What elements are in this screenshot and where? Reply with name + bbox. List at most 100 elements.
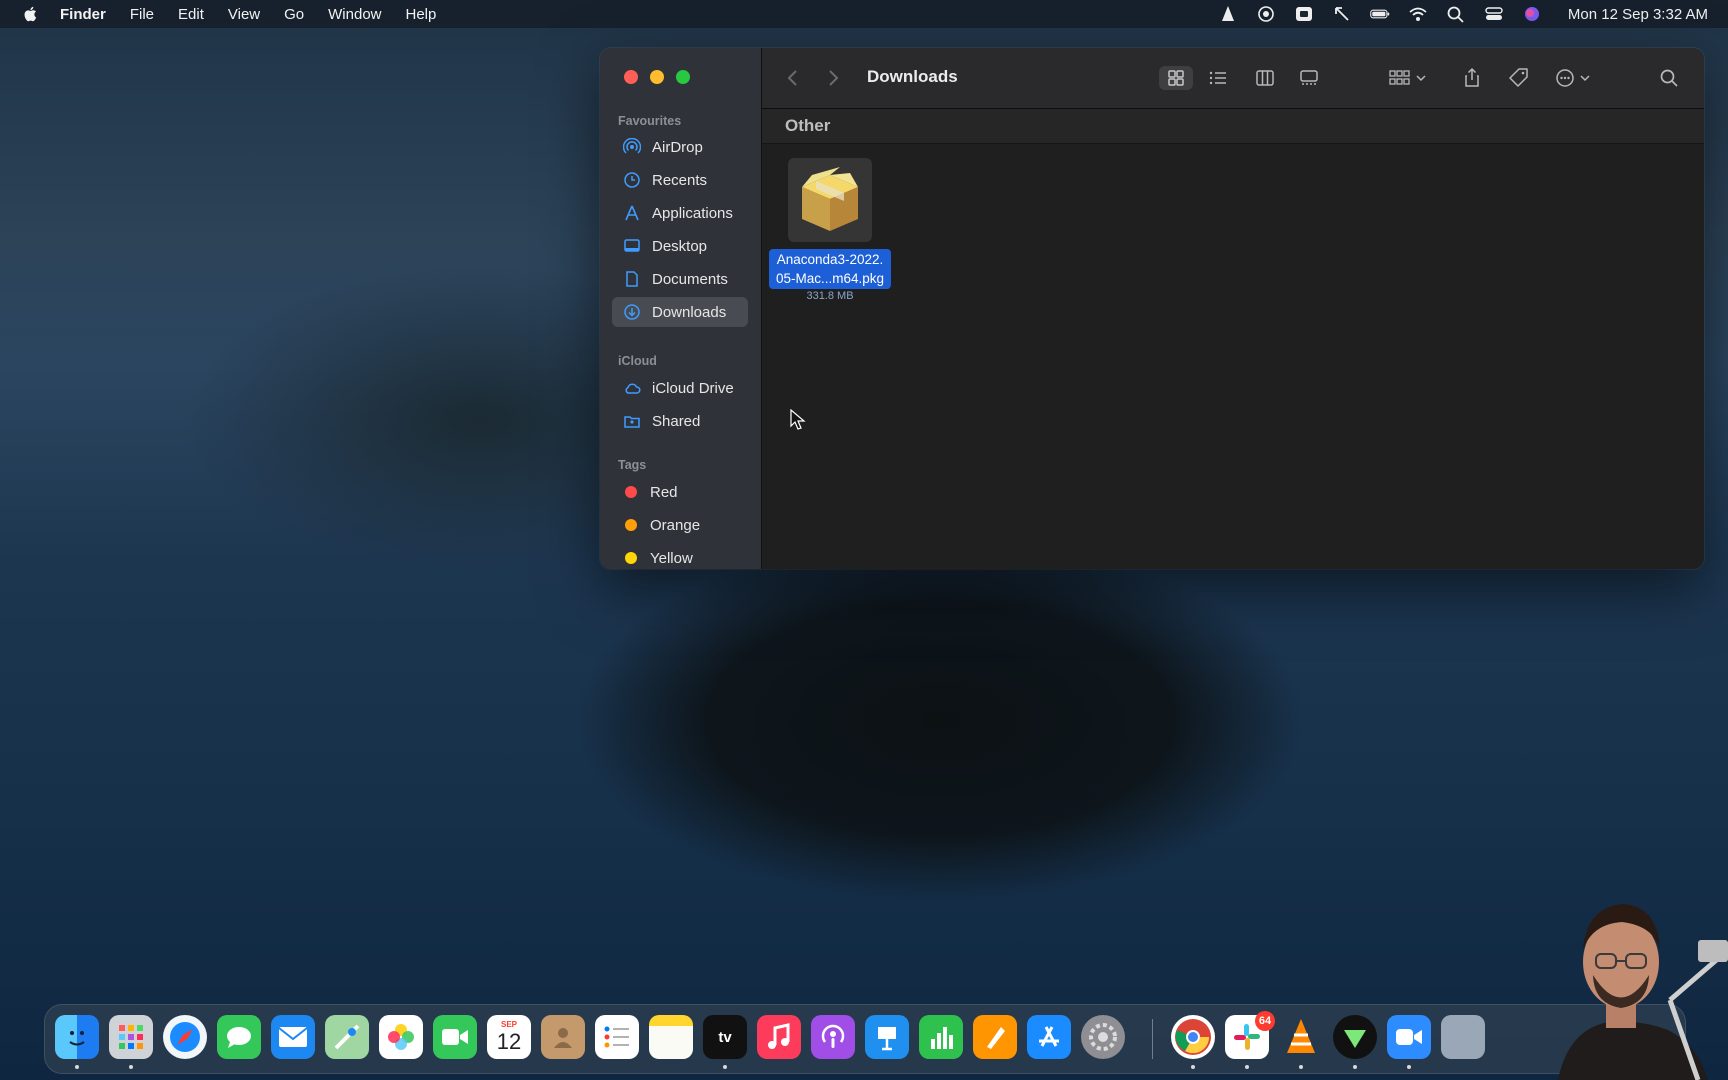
menu-file[interactable]: File	[130, 6, 154, 23]
sidebar-item-downloads[interactable]: Downloads	[612, 297, 748, 327]
tag-icon[interactable]	[1506, 66, 1532, 90]
dock-finder-icon[interactable]	[55, 1015, 99, 1059]
sidebar-item-label: AirDrop	[652, 138, 703, 156]
siri-icon[interactable]	[1522, 5, 1542, 23]
sidebar-item-label: Documents	[652, 270, 728, 288]
sidebar-item-label: Downloads	[652, 303, 727, 321]
sidebar-item-applications[interactable]: Applications	[612, 198, 748, 228]
dock-mail-icon[interactable]	[271, 1015, 315, 1059]
spotlight-search-icon[interactable]	[1446, 5, 1466, 23]
calendar-day: 12	[496, 1029, 522, 1054]
file-name-line-2: 05-Mac...m64.pkg	[775, 271, 885, 286]
sidebar-item-label: Red	[650, 483, 678, 501]
sidebar-item-airdrop[interactable]: AirDrop	[612, 132, 748, 162]
menu-help[interactable]: Help	[406, 6, 437, 23]
dock-numbers-icon[interactable]	[919, 1015, 963, 1059]
sidebar-item-icloud-drive[interactable]: iCloud Drive	[612, 373, 748, 403]
dock-tunnel-icon[interactable]	[1333, 1015, 1377, 1059]
webcam-overlay	[1408, 880, 1728, 1080]
sidebar-item-desktop[interactable]: Desktop	[612, 231, 748, 261]
dock-separator	[1152, 1019, 1153, 1059]
dock-pages-icon[interactable]	[973, 1015, 1017, 1059]
window-title: Downloads	[867, 67, 958, 86]
dock-app-store-icon[interactable]	[1027, 1015, 1071, 1059]
dock-messages-icon[interactable]	[217, 1015, 261, 1059]
group-by-icon[interactable]	[1387, 66, 1431, 90]
menu-edit[interactable]: Edit	[178, 6, 204, 23]
forward-chevron-icon[interactable]	[822, 66, 844, 90]
sidebar-item-label: Applications	[652, 204, 733, 222]
battery-icon[interactable]	[1370, 5, 1390, 23]
dock-music-icon[interactable]	[757, 1015, 801, 1059]
dock-system-preferences-icon[interactable]	[1081, 1015, 1125, 1059]
location-icon[interactable]	[1332, 5, 1352, 23]
dock-vlc-icon[interactable]	[1279, 1015, 1323, 1059]
apple-menu-icon[interactable]	[22, 5, 40, 23]
finder-content[interactable]: Other Anaconda3-2022. 05-Mac...m64.pkg 3…	[762, 109, 1704, 569]
sidebar-item-label: iCloud Drive	[652, 379, 734, 397]
orange-tag-dot-icon	[625, 519, 637, 531]
sidebar-tag-orange[interactable]: Orange	[612, 510, 748, 540]
gallery-view-icon[interactable]	[1295, 66, 1323, 90]
sidebar-section-icloud: iCloud	[618, 354, 657, 368]
dock-contacts-icon[interactable]	[541, 1015, 585, 1059]
menu-app-name[interactable]: Finder	[60, 6, 106, 23]
applications-icon	[622, 204, 642, 222]
more-actions-icon[interactable]	[1554, 66, 1598, 90]
control-center-icon[interactable]	[1484, 5, 1504, 23]
downloads-icon	[622, 303, 642, 321]
dock-photos-icon[interactable]	[379, 1015, 423, 1059]
dock-keynote-icon[interactable]	[865, 1015, 909, 1059]
share-icon[interactable]	[1460, 66, 1484, 90]
dock-reminders-icon[interactable]	[595, 1015, 639, 1059]
sidebar-item-label: Desktop	[652, 237, 708, 255]
file-item-anaconda-pkg[interactable]: Anaconda3-2022. 05-Mac...m64.pkg 331.8 M…	[766, 158, 894, 302]
dock-podcasts-icon[interactable]	[811, 1015, 855, 1059]
menu-bar: Finder File Edit View Go Window Help Mon…	[0, 0, 1728, 28]
dock-notes-icon[interactable]	[649, 1015, 693, 1059]
back-chevron-icon[interactable]	[782, 66, 804, 90]
dock-calendar-icon[interactable]: SEP 12	[487, 1015, 531, 1059]
sidebar-tag-red[interactable]: Red	[612, 477, 748, 507]
vlc-icon[interactable]	[1218, 5, 1238, 23]
running-indicator	[1299, 1065, 1303, 1069]
list-view-icon[interactable]	[1204, 66, 1232, 90]
file-name[interactable]: Anaconda3-2022. 05-Mac...m64.pkg	[769, 249, 891, 289]
close-button[interactable]	[624, 70, 638, 84]
menu-window[interactable]: Window	[328, 6, 381, 23]
wifi-icon[interactable]	[1408, 5, 1428, 23]
sidebar-tag-yellow[interactable]: Yellow	[612, 543, 748, 569]
dock-slack-icon[interactable]: 64	[1225, 1011, 1275, 1059]
video-icon[interactable]	[1294, 5, 1314, 23]
desktop-icon	[622, 237, 642, 255]
shared-folder-icon	[622, 412, 642, 430]
menu-view[interactable]: View	[228, 6, 260, 23]
column-view-icon[interactable]	[1251, 66, 1279, 90]
zoom-button[interactable]	[676, 70, 690, 84]
search-icon[interactable]	[1657, 66, 1681, 90]
window-controls	[624, 70, 690, 84]
sidebar-item-shared[interactable]: Shared	[612, 406, 748, 436]
dock-maps-icon[interactable]	[325, 1015, 369, 1059]
sidebar-item-recents[interactable]: Recents	[612, 165, 748, 195]
dock-safari-icon[interactable]	[163, 1015, 207, 1059]
sidebar-item-label: Recents	[652, 171, 708, 189]
sidebar-item-documents[interactable]: Documents	[612, 264, 748, 294]
minimize-button[interactable]	[650, 70, 664, 84]
menu-clock[interactable]: Mon 12 Sep 3:32 AM	[1568, 6, 1708, 23]
clock-icon	[622, 171, 642, 189]
dock-facetime-icon[interactable]	[433, 1015, 477, 1059]
running-indicator	[1191, 1065, 1195, 1069]
running-indicator	[129, 1065, 133, 1069]
dock-launchpad-icon[interactable]	[109, 1015, 153, 1059]
icon-view-icon[interactable]	[1159, 66, 1193, 90]
screen-recording-icon[interactable]	[1256, 5, 1276, 23]
dock-chrome-icon[interactable]	[1171, 1015, 1215, 1059]
sidebar-section-tags: Tags	[618, 458, 647, 472]
tv-label: tv	[718, 1028, 732, 1046]
menu-go[interactable]: Go	[284, 6, 304, 23]
group-header-other: Other	[762, 109, 1704, 144]
sidebar-item-label: Yellow	[650, 549, 693, 567]
yellow-tag-dot-icon	[625, 552, 637, 564]
dock-tv-icon[interactable]: tv	[703, 1015, 747, 1059]
